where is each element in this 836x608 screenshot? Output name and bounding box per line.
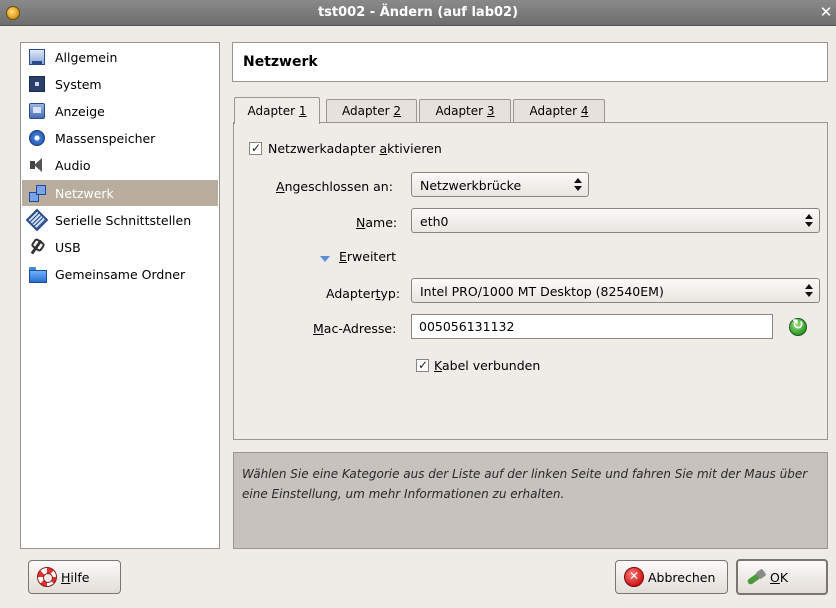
sidebar-item-label: Massenspeicher <box>55 130 156 146</box>
label-mnemonic: K <box>434 358 442 373</box>
sidebar-item-serielle-schnittstellen[interactable]: Serielle Schnittstellen <box>22 207 218 233</box>
description-text: Wählen Sie eine Kategorie aus der Liste … <box>242 467 808 501</box>
lifebuoy-icon <box>37 567 57 587</box>
audio-icon <box>29 157 45 173</box>
updown-arrows-icon <box>574 176 582 193</box>
sidebar-item-label: Audio <box>55 157 91 173</box>
tab-label: Adapter <box>341 104 394 118</box>
help-button[interactable]: Hilfe <box>28 560 121 594</box>
sidebar-item-allgemein[interactable]: Allgemein <box>22 44 218 70</box>
label-text: Netzwerkadapter <box>268 141 380 156</box>
updown-arrows-icon <box>805 212 813 229</box>
attached-to-label: Angeschlossen an: <box>276 179 393 194</box>
adapter-type-select[interactable]: Intel PRO/1000 MT Desktop (82540EM) <box>411 278 820 303</box>
window-title: tst002 - Ändern (auf lab02) <box>317 5 519 20</box>
cancel-icon <box>624 567 644 587</box>
sidebar-item-label: Netzwerk <box>55 185 114 201</box>
page-title: Netzwerk <box>243 54 318 70</box>
sidebar-item-netzwerk[interactable]: Netzwerk <box>22 180 218 206</box>
serial-port-icon <box>25 208 49 232</box>
ok-icon <box>746 567 766 587</box>
label-mnemonic: H <box>61 569 71 585</box>
tab-adapter-1[interactable]: Adapter 1 <box>234 97 320 124</box>
sidebar-item-usb[interactable]: USB <box>22 234 218 260</box>
label-mnemonic: O <box>770 569 780 585</box>
cable-connected-label[interactable]: Kabel verbunden <box>434 358 540 373</box>
cancel-button[interactable]: Abbrechen <box>615 560 728 594</box>
sidebar-item-system[interactable]: System <box>22 71 218 97</box>
interface-name-select[interactable]: eth0 <box>411 208 820 233</box>
enable-adapter-label[interactable]: Netzwerkadapter aktivieren <box>268 141 442 156</box>
name-label: Name: <box>356 215 397 230</box>
label-mnemonic: a <box>379 141 388 156</box>
checkmark-icon: ✓ <box>418 358 429 372</box>
mac-address-input[interactable] <box>412 315 772 338</box>
display-icon <box>29 103 45 119</box>
description-box: Wählen Sie eine Kategorie aus der Liste … <box>233 452 828 549</box>
sidebar-item-label: Serielle Schnittstellen <box>55 212 192 228</box>
tab-mnemonic: 2 <box>393 104 402 118</box>
label-text: ilfe <box>70 569 90 585</box>
tab-mnemonic: 3 <box>486 104 495 118</box>
checkmark-icon: ✓ <box>251 141 262 155</box>
cable-connected-checkbox[interactable]: ✓ <box>416 358 429 372</box>
label-text: rweitert <box>346 249 397 264</box>
mac-address-label: Mac-Adresse: <box>313 321 396 336</box>
sidebar-item-audio[interactable]: Audio <box>22 152 218 178</box>
label-mnemonic: A <box>276 179 285 194</box>
sidebar-item-label: Gemeinsame Ordner <box>55 266 186 282</box>
network-icon <box>29 185 46 202</box>
tab-mnemonic: 4 <box>580 104 589 118</box>
expander-arrow-icon[interactable] <box>320 256 330 262</box>
adapter-type-label: Adaptertyp: <box>326 286 400 301</box>
tab-mnemonic: 1 <box>298 104 307 118</box>
tab-adapter-4[interactable]: Adapter 4 <box>513 99 605 123</box>
label-text: ngeschlossen an: <box>284 179 393 194</box>
usb-icon <box>29 239 45 255</box>
enable-adapter-checkbox[interactable]: ✓ <box>249 141 262 155</box>
cancel-label: Abbrechen <box>648 569 716 585</box>
title-bar: tst002 - Ändern (auf lab02) ✕ <box>0 0 836 26</box>
shared-folder-icon <box>29 267 47 283</box>
label-text: ame: <box>365 215 398 230</box>
sidebar-item-massenspeicher[interactable]: Massenspeicher <box>22 125 218 151</box>
label-text: Adapter <box>326 286 376 301</box>
sidebar-item-anzeige[interactable]: Anzeige <box>22 98 218 124</box>
tab-adapter-2[interactable]: Adapter 2 <box>326 99 417 123</box>
attached-to-value: Netzwerkbrücke <box>420 178 522 193</box>
ok-label: OK <box>770 570 788 585</box>
adapter-type-value: Intel PRO/1000 MT Desktop (82540EM) <box>420 284 664 299</box>
interface-name-value: eth0 <box>420 214 449 229</box>
sidebar-item-label: System <box>55 76 102 92</box>
sidebar-item-label: Anzeige <box>55 103 105 119</box>
category-list: Allgemein System Anzeige Massenspeicher … <box>20 42 220 549</box>
system-icon <box>29 76 45 92</box>
label-mnemonic: M <box>313 321 324 336</box>
storage-icon <box>29 130 45 146</box>
mac-address-field[interactable] <box>411 314 773 339</box>
attached-to-select[interactable]: Netzwerkbrücke <box>411 172 589 197</box>
tab-label: Adapter <box>435 104 487 118</box>
label-mnemonic: E <box>339 249 347 264</box>
tab-adapter-3[interactable]: Adapter 3 <box>419 99 511 123</box>
label-text: abel verbunden <box>441 358 541 373</box>
label-text: ktivieren <box>387 141 442 156</box>
close-icon[interactable]: ✕ <box>818 4 834 20</box>
page-header: Netzwerk <box>232 42 828 82</box>
ok-button[interactable]: OK <box>736 559 828 595</box>
sidebar-item-gemeinsame-ordner[interactable]: Gemeinsame Ordner <box>22 261 218 287</box>
label-text: K <box>779 569 789 585</box>
sidebar-item-label: Allgemein <box>55 49 118 65</box>
label-text: yp: <box>380 286 401 301</box>
label-text: ac-Adresse: <box>323 321 397 336</box>
advanced-expander[interactable]: Erweitert <box>339 249 396 264</box>
sidebar-item-label: USB <box>55 239 81 255</box>
updown-arrows-icon <box>805 282 813 299</box>
label-mnemonic: N <box>356 215 366 230</box>
tab-label: Adapter <box>247 104 299 118</box>
help-label: Hilfe <box>61 570 89 585</box>
generate-mac-icon[interactable] <box>789 317 807 336</box>
tab-label: Adapter <box>529 104 581 118</box>
general-icon <box>29 49 45 65</box>
